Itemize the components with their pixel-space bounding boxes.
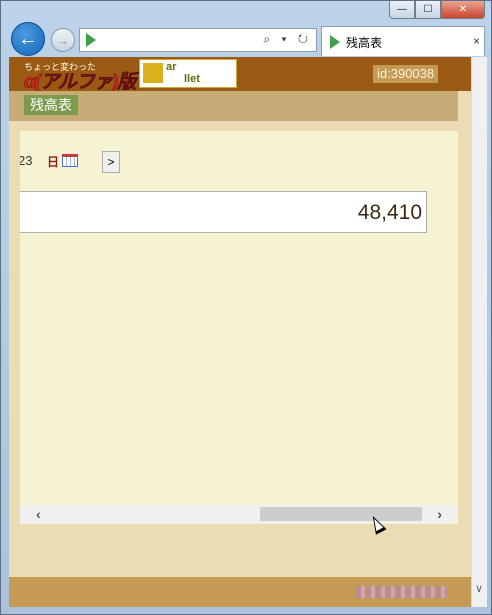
- tab-title: 残高表: [346, 36, 383, 50]
- day-link[interactable]: 日: [47, 153, 59, 170]
- partner-logo-text-top: ar: [166, 61, 177, 73]
- window-controls: — ☐ ✕: [389, 1, 485, 19]
- content-panel: 23 日 > 48,410: [20, 131, 458, 524]
- scroll-left-icon[interactable]: ‹: [36, 506, 41, 522]
- partner-logo[interactable]: ar llet: [139, 59, 237, 88]
- calendar-icon[interactable]: [62, 154, 78, 167]
- scroll-down-icon[interactable]: ∨: [475, 582, 483, 595]
- user-id-badge: id:390038: [373, 65, 439, 83]
- browser-nav-row: ← → ⌕ ▾ ↻ 残高表 ×: [7, 21, 487, 57]
- tab-active[interactable]: 残高表 ×: [321, 26, 485, 56]
- browser-window: — ☐ ✕ ← → ⌕ ▾ ↻ 残高表 × ちょっと変わった α(アルファ)版 …: [0, 0, 492, 615]
- site-logo[interactable]: α(アルファ)版: [24, 67, 137, 94]
- vertical-scrollbar[interactable]: ∨: [471, 57, 487, 607]
- page-play-icon: [86, 33, 96, 47]
- next-period-button[interactable]: >: [102, 151, 120, 173]
- logo-square-icon: [143, 63, 163, 83]
- back-button[interactable]: ←: [11, 22, 45, 56]
- balance-total-cell: 48,410: [20, 191, 427, 233]
- blurred-footer-text: [355, 586, 447, 598]
- horizontal-scrollbar[interactable]: ‹ ›: [20, 505, 458, 523]
- page-viewport: ちょっと変わった α(アルファ)版 ar llet id:390038 残高表 …: [9, 57, 471, 607]
- scroll-right-icon[interactable]: ›: [437, 506, 442, 522]
- forward-button[interactable]: →: [51, 28, 75, 52]
- tab-balance-sheet[interactable]: 残高表: [24, 95, 78, 115]
- maximize-button[interactable]: ☐: [415, 1, 441, 19]
- close-window-button[interactable]: ✕: [441, 1, 485, 19]
- tab-close-icon[interactable]: ×: [473, 34, 480, 48]
- minimize-button[interactable]: —: [389, 1, 415, 19]
- site-footer: [9, 577, 471, 607]
- menu-strip: 残高表: [9, 91, 458, 121]
- partner-logo-text-bottom: llet: [184, 73, 200, 85]
- tab-favicon-icon: [330, 35, 340, 49]
- address-tools-icons[interactable]: ⌕ ▾ ↻: [263, 32, 312, 47]
- scroll-thumb[interactable]: [260, 507, 422, 521]
- site-header: ちょっと変わった α(アルファ)版 ar llet id:390038: [9, 57, 471, 94]
- address-bar[interactable]: ⌕ ▾ ↻: [79, 28, 317, 52]
- balance-total-value: 48,410: [357, 201, 422, 224]
- date-fragment: 23: [20, 153, 33, 168]
